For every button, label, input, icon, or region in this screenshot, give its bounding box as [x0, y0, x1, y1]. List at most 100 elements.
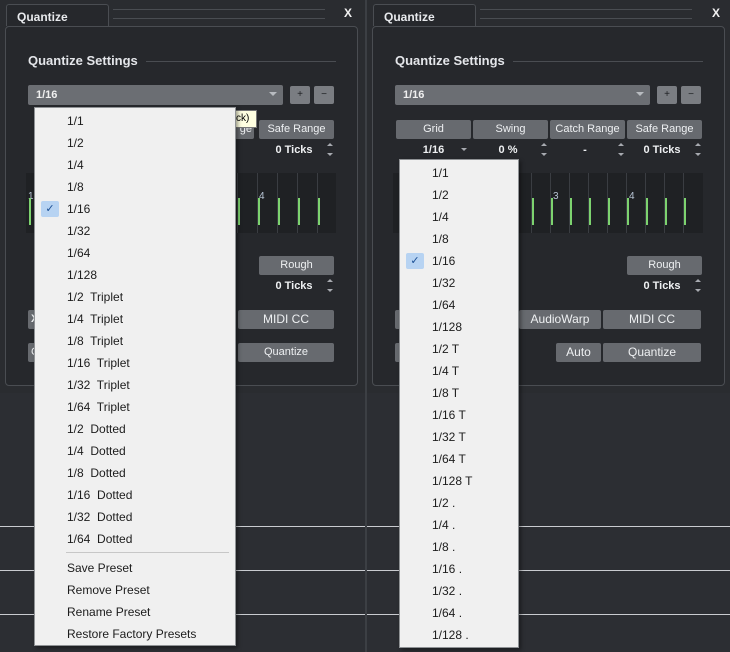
- menu-item[interactable]: ✓ 1/16: [401, 250, 517, 272]
- panel-grip[interactable]: [113, 9, 325, 19]
- spin-up-icon[interactable]: [695, 143, 701, 146]
- menu-item[interactable]: 1/16 Triplet: [36, 352, 234, 374]
- rough-value[interactable]: 0 Ticks: [259, 278, 329, 295]
- menu-item[interactable]: 1/128 .: [401, 624, 517, 646]
- rough-button[interactable]: Rough: [627, 256, 702, 275]
- preset-selector[interactable]: 1/16: [28, 85, 283, 105]
- menu-item[interactable]: 1/4 Dotted: [36, 440, 234, 462]
- menu-item[interactable]: 1/4: [36, 154, 234, 176]
- menu-item[interactable]: 1/16 .: [401, 558, 517, 580]
- menu-item-label: 1/128: [432, 320, 463, 334]
- preset-selector[interactable]: 1/16: [395, 85, 650, 105]
- menu-item[interactable]: 1/2 T: [401, 338, 517, 360]
- safe-range-value[interactable]: 0 Ticks: [259, 142, 329, 159]
- menu-item[interactable]: Save Preset: [36, 557, 234, 579]
- rough-button[interactable]: Rough: [259, 256, 334, 275]
- close-icon[interactable]: X: [712, 6, 720, 20]
- menu-item[interactable]: 1/32: [401, 272, 517, 294]
- menu-item[interactable]: 1/4: [401, 206, 517, 228]
- menu-item[interactable]: 1/4 T: [401, 360, 517, 382]
- menu-item[interactable]: 1/1: [36, 110, 234, 132]
- quantize-button[interactable]: Quantize: [238, 343, 334, 362]
- spin-up-icon[interactable]: [541, 143, 547, 146]
- menu-item[interactable]: 1/64 T: [401, 448, 517, 470]
- close-icon[interactable]: X: [344, 6, 352, 20]
- menu-item-label: 1/4: [67, 158, 84, 172]
- spin-up-icon[interactable]: [327, 143, 333, 146]
- menu-item[interactable]: 1/32 Triplet: [36, 374, 234, 396]
- swing-button[interactable]: Swing: [473, 120, 548, 139]
- grid-value[interactable]: 1/16: [396, 142, 471, 159]
- menu-item[interactable]: Remove Preset: [36, 579, 234, 601]
- menu-item[interactable]: 1/32 .: [401, 580, 517, 602]
- panel-grip[interactable]: [480, 9, 692, 19]
- spin-up-icon[interactable]: [695, 279, 701, 282]
- grid-number: 3: [553, 191, 559, 202]
- menu-item[interactable]: 1/32: [36, 220, 234, 242]
- menu-item[interactable]: 1/128: [36, 264, 234, 286]
- menu-item[interactable]: 1/64: [401, 294, 517, 316]
- quantize-button[interactable]: Quantize: [603, 343, 701, 362]
- menu-item[interactable]: 1/8: [401, 228, 517, 250]
- auto-button[interactable]: Auto: [556, 343, 601, 362]
- chevron-down-icon[interactable]: [461, 148, 467, 151]
- checkmark-icon: ✓: [406, 253, 424, 269]
- safe-range-button[interactable]: Safe Range: [259, 120, 334, 139]
- tab-quantize-panel[interactable]: Quantize Panel: [373, 4, 476, 48]
- spin-down-icon[interactable]: [541, 153, 547, 156]
- menu-item[interactable]: 1/16 T: [401, 404, 517, 426]
- spin-up-icon[interactable]: [327, 279, 333, 282]
- menu-item[interactable]: 1/8 T: [401, 382, 517, 404]
- menu-item[interactable]: 1/4 Triplet: [36, 308, 234, 330]
- menu-item[interactable]: Restore Factory Presets: [36, 623, 234, 645]
- menu-item[interactable]: 1/2 Dotted: [36, 418, 234, 440]
- midi-cc-button[interactable]: MIDI CC: [238, 310, 334, 329]
- menu-item-label: 1/1: [432, 166, 449, 180]
- menu-item-label: 1/64 Dotted: [67, 532, 133, 546]
- spin-down-icon[interactable]: [695, 153, 701, 156]
- menu-item[interactable]: 1/4 .: [401, 514, 517, 536]
- menu-item[interactable]: 1/2: [36, 132, 234, 154]
- menu-item[interactable]: Rename Preset: [36, 601, 234, 623]
- add-preset-icon[interactable]: +: [657, 86, 677, 104]
- spin-down-icon[interactable]: [327, 289, 333, 292]
- spin-down-icon[interactable]: [618, 153, 624, 156]
- menu-item[interactable]: 1/8: [36, 176, 234, 198]
- grid-tick: [532, 198, 534, 225]
- menu-item[interactable]: 1/1: [401, 162, 517, 184]
- spin-down-icon[interactable]: [695, 289, 701, 292]
- tab-quantize-panel[interactable]: Quantize Panel: [6, 4, 109, 48]
- menu-item[interactable]: 1/32 T: [401, 426, 517, 448]
- rough-value[interactable]: 0 Ticks: [627, 278, 697, 295]
- grid-button[interactable]: Grid: [396, 120, 471, 139]
- safe-range-value[interactable]: 0 Ticks: [627, 142, 697, 159]
- menu-item-label: 1/8: [432, 232, 449, 246]
- menu-item[interactable]: 1/64 .: [401, 602, 517, 624]
- add-preset-icon[interactable]: +: [290, 86, 310, 104]
- menu-item[interactable]: 1/2 Triplet: [36, 286, 234, 308]
- menu-item[interactable]: 1/16 Dotted: [36, 484, 234, 506]
- menu-item[interactable]: 1/64: [36, 242, 234, 264]
- remove-preset-icon[interactable]: −: [314, 86, 334, 104]
- menu-item[interactable]: 1/8 Triplet: [36, 330, 234, 352]
- midi-cc-button[interactable]: MIDI CC: [603, 310, 701, 329]
- menu-item[interactable]: ✓ 1/16: [36, 198, 234, 220]
- menu-item[interactable]: 1/128 T: [401, 470, 517, 492]
- menu-item-label: 1/16: [67, 202, 91, 216]
- menu-item[interactable]: 1/128: [401, 316, 517, 338]
- audiowarp-button[interactable]: AudioWarp: [519, 310, 601, 329]
- spin-down-icon[interactable]: [327, 153, 333, 156]
- safe-range-button[interactable]: Safe Range: [627, 120, 702, 139]
- swing-value[interactable]: 0 %: [473, 142, 543, 159]
- menu-item[interactable]: 1/8 .: [401, 536, 517, 558]
- spin-up-icon[interactable]: [618, 143, 624, 146]
- catch-range-button[interactable]: Catch Range: [550, 120, 625, 139]
- menu-item[interactable]: 1/64 Dotted: [36, 528, 234, 550]
- catch-range-value[interactable]: -: [550, 142, 620, 159]
- remove-preset-icon[interactable]: −: [681, 86, 701, 104]
- menu-item[interactable]: 1/2 .: [401, 492, 517, 514]
- menu-item[interactable]: 1/32 Dotted: [36, 506, 234, 528]
- menu-item[interactable]: 1/64 Triplet: [36, 396, 234, 418]
- menu-item[interactable]: 1/8 Dotted: [36, 462, 234, 484]
- menu-item[interactable]: 1/2: [401, 184, 517, 206]
